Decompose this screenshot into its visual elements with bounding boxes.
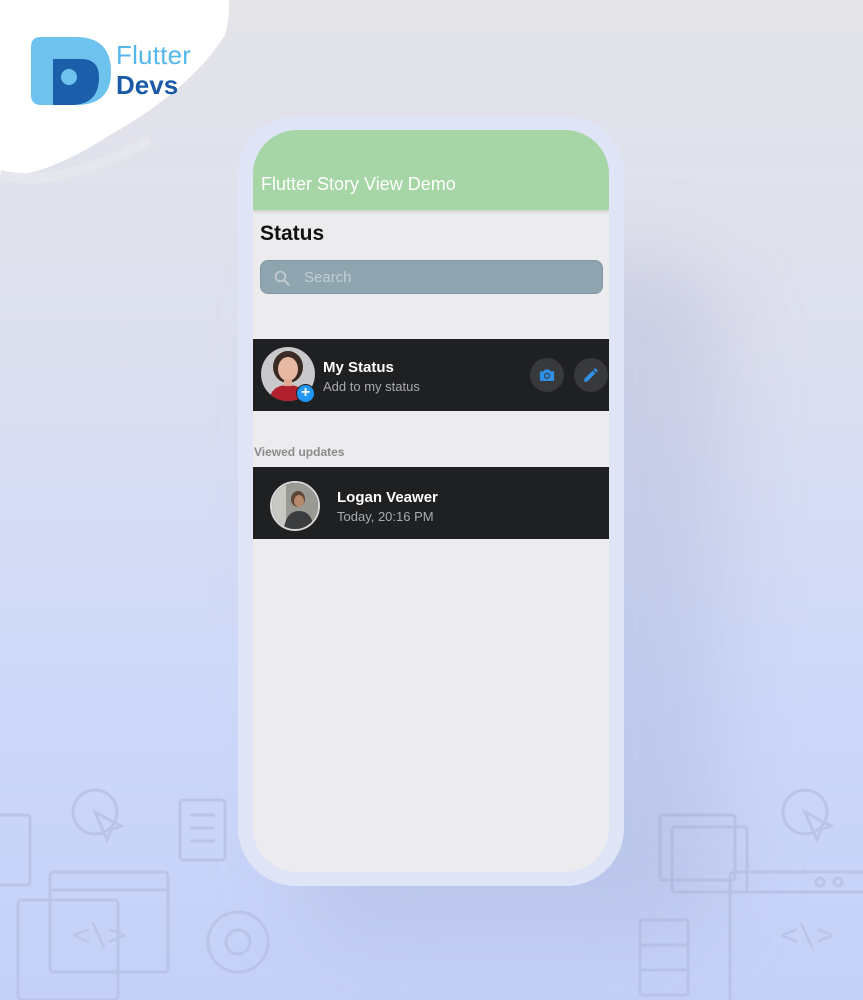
viewed-status-row[interactable]: Logan Veawer Today, 20:16 PM bbox=[253, 467, 609, 539]
edit-text-status-button[interactable] bbox=[574, 358, 608, 392]
app-bar-title: Flutter Story View Demo bbox=[261, 174, 456, 194]
my-status-row[interactable]: + My Status Add to my status bbox=[253, 339, 609, 411]
viewed-updates-label: Viewed updates bbox=[254, 445, 345, 459]
viewed-status-time: Today, 20:16 PM bbox=[337, 509, 434, 524]
phone-screen: Flutter Story View Demo Status Search + … bbox=[253, 130, 609, 872]
svg-text:<\>: <\> bbox=[780, 918, 834, 953]
add-status-plus-icon[interactable]: + bbox=[296, 384, 315, 403]
my-status-name: My Status bbox=[323, 359, 394, 376]
logan-veawer-avatar bbox=[270, 481, 320, 531]
camera-icon bbox=[539, 369, 555, 381]
camera-button[interactable] bbox=[530, 358, 564, 392]
search-placeholder: Search bbox=[304, 269, 352, 286]
search-input[interactable]: Search bbox=[260, 260, 603, 294]
search-icon bbox=[274, 270, 290, 286]
page-title: Status bbox=[260, 222, 325, 245]
app-bar: Flutter Story View Demo bbox=[253, 130, 609, 210]
pencil-icon bbox=[584, 368, 598, 382]
flutter-devs-logo-icon bbox=[31, 37, 111, 105]
svg-text:<\>: <\> bbox=[72, 918, 126, 953]
brand-name-line2: Devs bbox=[116, 70, 179, 100]
my-status-subtitle: Add to my status bbox=[323, 379, 420, 394]
viewed-status-name: Logan Veawer bbox=[337, 489, 438, 506]
brand-name-line1: Flutter bbox=[116, 40, 192, 70]
